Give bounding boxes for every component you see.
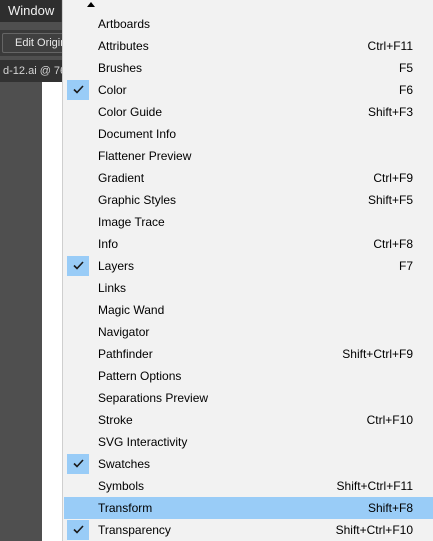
menu-item-label: Image Trace [98,215,165,229]
menu-item-pathfinder[interactable]: Pathfinder Shift+Ctrl+F9 [64,343,433,365]
menu-item-label: Symbols [98,479,145,493]
menu-item-shortcut: Shift+Ctrl+F11 [336,479,413,493]
menu-item-stroke[interactable]: Stroke Ctrl+F10 [64,409,433,431]
menu-item-layers[interactable]: Layers F7 [64,255,433,277]
check-icon [67,520,89,540]
menu-item-label: Transparency [98,523,171,537]
menu-item-shortcut: Shift+Ctrl+F10 [335,523,413,537]
menu-item-shortcut: Shift+Ctrl+F9 [342,347,413,361]
menu-item-shortcut: F6 [398,83,413,97]
menu-item-links[interactable]: Links [64,277,433,299]
menu-item-label: Swatches [98,457,151,471]
check-icon [67,256,89,276]
window-menu-dropdown: Artboards Attributes Ctrl+F11 Brushes F5 Colo… [62,0,433,541]
menu-item-magic-wand[interactable]: Magic Wand [64,299,433,321]
menu-item-label: Color Guide [98,105,163,119]
menu-item-label: Graphic Styles [98,193,177,207]
menu-item-brushes[interactable]: Brushes F5 [64,57,433,79]
menu-item-separations-preview[interactable]: Separations Preview [64,387,433,409]
menu-item-label: Flattener Preview [98,149,192,163]
menu-item-info[interactable]: Info Ctrl+F8 [64,233,433,255]
menu-item-attributes[interactable]: Attributes Ctrl+F11 [64,35,433,57]
menu-item-shortcut: F7 [398,259,413,273]
menu-item-shortcut: Shift+F5 [367,193,413,207]
menu-item-label: SVG Interactivity [98,435,188,449]
menu-item-label: Pathfinder [98,347,153,361]
menu-item-label: Color [98,83,127,97]
menu-item-transparency[interactable]: Transparency Shift+Ctrl+F10 [64,519,433,541]
menu-item-pattern-options[interactable]: Pattern Options [64,365,433,387]
menu-item-image-trace[interactable]: Image Trace [64,211,433,233]
menu-item-label: Document Info [98,127,177,141]
menu-item-label: Artboards [98,17,151,31]
menu-item-color-guide[interactable]: Color Guide Shift+F3 [64,101,433,123]
menu-item-shortcut: Shift+F8 [367,501,413,515]
menu-item-svg-interactivity[interactable]: SVG Interactivity [64,431,433,453]
menu-item-shortcut: Ctrl+F8 [373,237,413,251]
menu-item-label: Gradient [98,171,145,185]
menu-item-shortcut: Ctrl+F9 [373,171,413,185]
menu-item-label: Separations Preview [98,391,209,405]
menu-item-label: Transform [98,501,153,515]
menu-item-label: Pattern Options [98,369,182,383]
menu-item-label: Layers [98,259,135,273]
check-icon [67,80,89,100]
menu-item-label: Info [98,237,119,251]
document-tab[interactable]: d-12.ai @ 76 [0,60,66,82]
menu-item-label: Stroke [98,413,133,427]
menu-item-shortcut: Ctrl+F10 [366,413,413,427]
menu-item-flattener-preview[interactable]: Flattener Preview [64,145,433,167]
menu-item-shortcut: Shift+F3 [367,105,413,119]
menu-window[interactable]: Window [0,0,61,22]
check-icon [67,454,89,474]
menu-item-navigator[interactable]: Navigator [64,321,433,343]
menu-item-label: Attributes [98,39,149,53]
menu-item-graphic-styles[interactable]: Graphic Styles Shift+F5 [64,189,433,211]
menu-item-color[interactable]: Color F6 [64,79,433,101]
menu-item-shortcut: Ctrl+F11 [367,39,413,53]
menu-item-label: Magic Wand [98,303,165,317]
menu-item-label: Brushes [98,61,143,75]
scroll-up-arrow-icon[interactable] [87,2,95,7]
menu-item-swatches[interactable]: Swatches [64,453,433,475]
menu-item-transform[interactable]: Transform Shift+F8 [64,497,433,519]
menu-item-artboards[interactable]: Artboards [64,13,433,35]
menu-item-label: Links [98,281,127,295]
menu-item-symbols[interactable]: Symbols Shift+Ctrl+F11 [64,475,433,497]
menu-item-document-info[interactable]: Document Info [64,123,433,145]
menu-item-shortcut: F5 [398,61,413,75]
menu-item-gradient[interactable]: Gradient Ctrl+F9 [64,167,433,189]
menu-item-label: Navigator [98,325,150,339]
